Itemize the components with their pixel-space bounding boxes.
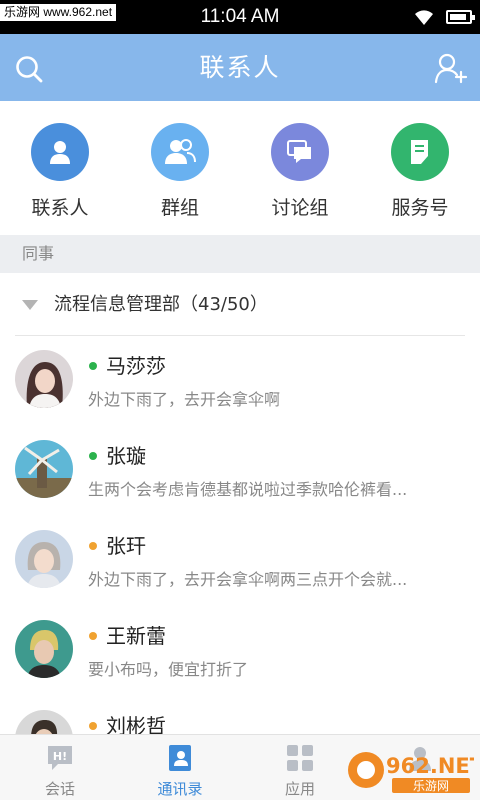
contact-name: 王新蕾 — [106, 624, 166, 648]
avatar — [15, 710, 73, 734]
entry-service-accounts[interactable]: 服务号 — [360, 101, 480, 235]
app-header: 联系人 — [0, 34, 480, 101]
apps-grid-icon — [287, 745, 313, 771]
tab-label: 会话 — [44, 780, 75, 798]
entry-label: 服务号 — [391, 197, 449, 219]
away-status-dot — [89, 722, 97, 730]
contact-name: 张璇 — [106, 444, 146, 468]
avatar — [15, 620, 73, 678]
collapse-triangle-icon — [22, 300, 38, 310]
chat-icon: H! — [48, 746, 72, 770]
tab-chats[interactable]: H! 会话 — [0, 735, 120, 800]
entry-discussions[interactable]: 讨论组 — [240, 101, 360, 235]
brand-logo-text: 962.NET — [386, 754, 474, 778]
page-title: 联系人 — [199, 53, 281, 82]
contact-last-message: 要小布吗，便宜打折了 — [88, 660, 249, 679]
contact-item[interactable]: 王新蕾 要小布吗，便宜打折了 — [0, 606, 480, 696]
wifi-icon — [415, 10, 433, 25]
department-name: 流程信息管理部（43/50） — [54, 294, 268, 315]
contact-item[interactable]: 张玕 外边下雨了，去开会拿伞啊两三点开个会就... — [0, 516, 480, 606]
svg-text:H!: H! — [53, 750, 67, 763]
contact-name: 马莎莎 — [106, 354, 166, 378]
avatar — [15, 440, 73, 498]
contact-list: 马莎莎 外边下雨了，去开会拿伞啊 张璇 生两个会考虑肯德基都说啦过季款哈伦裤看.… — [0, 336, 480, 734]
status-time: 11:04 AM — [200, 6, 280, 27]
away-status-dot — [89, 632, 97, 640]
service-doc-icon — [391, 123, 449, 181]
status-bar: 乐游网 www.962.net 11:04 AM — [0, 0, 480, 34]
contact-last-message: 外边下雨了，去开会拿伞啊两三点开个会就... — [88, 570, 408, 589]
add-user-icon[interactable] — [434, 52, 468, 84]
contact-name: 刘彬哲 — [106, 714, 166, 734]
brand-logo: 962.NET 乐游网 — [348, 752, 474, 793]
entry-label: 讨论组 — [271, 197, 329, 219]
contact-last-message: 外边下雨了，去开会拿伞啊 — [88, 390, 281, 409]
contact-last-message: 生两个会考虑肯德基都说啦过季款哈伦裤看... — [88, 480, 408, 499]
entry-contacts[interactable]: 联系人 — [0, 101, 120, 235]
entry-label: 联系人 — [31, 197, 89, 219]
tab-label: 应用 — [284, 780, 315, 798]
contact-item[interactable]: 刘彬哲 — [0, 696, 480, 734]
online-status-dot — [89, 452, 97, 460]
avatar — [15, 350, 73, 408]
contacts-book-icon — [169, 745, 191, 771]
online-status-dot — [89, 362, 97, 370]
quick-entries: 联系人 群组 讨论组 服务号 — [0, 101, 480, 235]
contact-item[interactable]: 张璇 生两个会考虑肯德基都说啦过季款哈伦裤看... — [0, 426, 480, 516]
person-icon — [31, 123, 89, 181]
entry-groups[interactable]: 群组 — [120, 101, 240, 235]
battery-icon — [446, 10, 475, 24]
away-status-dot — [89, 542, 97, 550]
contact-name: 张玕 — [106, 534, 146, 558]
tab-apps[interactable]: 应用 — [240, 735, 360, 800]
entry-label: 群组 — [160, 197, 199, 219]
section-label: 同事 — [22, 244, 55, 263]
department-group-toggle[interactable]: 流程信息管理部（43/50） — [0, 273, 480, 336]
section-header: 同事 — [0, 235, 480, 273]
group-icon — [151, 123, 209, 181]
contact-item[interactable]: 马莎莎 外边下雨了，去开会拿伞啊 — [0, 336, 480, 426]
avatar — [15, 530, 73, 588]
brand-logo-subtext: 乐游网 — [413, 779, 449, 793]
discussion-icon — [271, 123, 329, 181]
tab-label: 通讯录 — [157, 780, 203, 798]
tab-contacts[interactable]: 通讯录 — [120, 735, 240, 800]
